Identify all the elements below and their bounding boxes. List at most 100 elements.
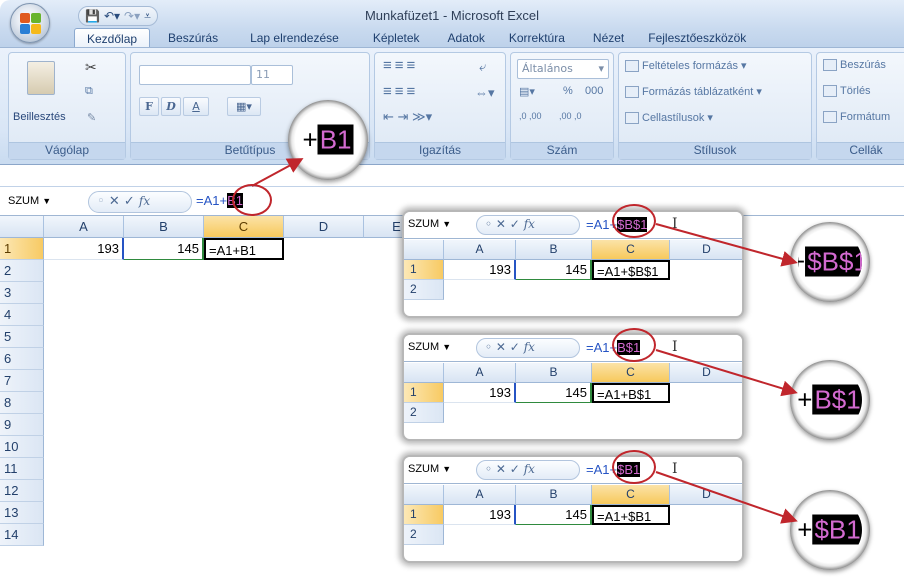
conditional-formatting-button[interactable]: Feltételes formázás ▾ bbox=[625, 59, 747, 73]
popup-cell-a1[interactable]: 193 bbox=[444, 505, 516, 525]
underline-button[interactable]: A bbox=[183, 97, 209, 116]
bold-button[interactable]: F bbox=[139, 97, 159, 116]
insert-cells-button[interactable]: Beszúrás bbox=[823, 59, 886, 72]
accounting-format-icon[interactable]: ▤▾ bbox=[519, 85, 535, 98]
popup-col-a[interactable]: A bbox=[444, 485, 516, 505]
row-header-9[interactable]: 9 bbox=[0, 414, 44, 436]
tab-nezet[interactable]: Nézet bbox=[581, 28, 636, 48]
font-name-box[interactable] bbox=[139, 65, 251, 85]
popup-col-d[interactable]: D bbox=[670, 240, 742, 260]
popup-select-all[interactable] bbox=[404, 240, 444, 260]
align-top-icons[interactable]: ≡≡≡ bbox=[383, 57, 418, 74]
popup-col-c[interactable]: C bbox=[592, 240, 670, 260]
borders-button[interactable]: ▦▾ bbox=[227, 97, 261, 116]
row-header-10[interactable]: 10 bbox=[0, 436, 44, 458]
popup-cell-a1[interactable]: 193 bbox=[444, 260, 516, 280]
delete-cells-button[interactable]: Törlés bbox=[823, 85, 871, 98]
format-cells-button[interactable]: Formátum bbox=[823, 111, 890, 124]
insert-function-icon[interactable]: fx bbox=[524, 340, 535, 354]
column-header-a[interactable]: A bbox=[44, 216, 124, 238]
popup-col-a[interactable]: A bbox=[444, 363, 516, 383]
popup-cell-b1[interactable]: 145 bbox=[516, 260, 592, 280]
row-header-13[interactable]: 13 bbox=[0, 502, 44, 524]
enter-icon[interactable]: ✓ bbox=[124, 194, 135, 209]
popup-cell-a1[interactable]: 193 bbox=[444, 383, 516, 403]
merge-center-icon[interactable]: ⇔▾ bbox=[475, 85, 495, 101]
wrap-text-icon[interactable]: ⤶ bbox=[479, 59, 486, 75]
copy-icon[interactable]: ⧉ bbox=[85, 85, 93, 98]
tab-kepletek[interactable]: Képletek bbox=[361, 28, 432, 48]
row-header-2[interactable]: 2 bbox=[0, 260, 44, 282]
popup-col-a[interactable]: A bbox=[444, 240, 516, 260]
popup-row-1[interactable]: 1 bbox=[404, 383, 444, 403]
cut-icon[interactable]: ✂ bbox=[85, 59, 97, 76]
indent-icons[interactable]: ⇤ ⇥ ≫▾ bbox=[383, 109, 432, 125]
popup-select-all[interactable] bbox=[404, 363, 444, 383]
popup-col-c[interactable]: C bbox=[592, 485, 670, 505]
row-header-14[interactable]: 14 bbox=[0, 524, 44, 546]
popup-col-b[interactable]: B bbox=[516, 363, 592, 383]
row-header-11[interactable]: 11 bbox=[0, 458, 44, 480]
name-box[interactable]: SZUM ▼ bbox=[6, 192, 88, 212]
row-header-3[interactable]: 3 bbox=[0, 282, 44, 304]
cell-styles-button[interactable]: Cellastílusok ▾ bbox=[625, 111, 713, 125]
popup-select-all[interactable] bbox=[404, 485, 444, 505]
popup-name-box[interactable]: SZUM ▼ bbox=[408, 341, 451, 353]
row-header-12[interactable]: 12 bbox=[0, 480, 44, 502]
popup-col-c[interactable]: C bbox=[592, 363, 670, 383]
popup-row-2[interactable]: 2 bbox=[404, 403, 444, 423]
insert-function-icon[interactable]: fx bbox=[139, 194, 150, 208]
row-header-8[interactable]: 8 bbox=[0, 392, 44, 414]
column-header-b[interactable]: B bbox=[124, 216, 204, 238]
popup-row-2[interactable]: 2 bbox=[404, 280, 444, 300]
format-painter-icon[interactable]: ✎ bbox=[87, 111, 96, 124]
column-header-c[interactable]: C bbox=[204, 216, 284, 238]
number-format-select[interactable]: Általános ▾ bbox=[517, 59, 609, 79]
cancel-icon[interactable]: ✕ bbox=[496, 340, 506, 354]
popup-row-2[interactable]: 2 bbox=[404, 525, 444, 545]
insert-function-icon[interactable]: fx bbox=[524, 217, 535, 231]
popup-cell-c1[interactable]: =A1+$B$1 bbox=[592, 260, 670, 280]
cell-b1[interactable]: 145 bbox=[124, 238, 204, 260]
popup-name-box[interactable]: SZUM ▼ bbox=[408, 218, 451, 230]
row-header-5[interactable]: 5 bbox=[0, 326, 44, 348]
row-header-4[interactable]: 4 bbox=[0, 304, 44, 326]
cancel-icon[interactable]: ✕ bbox=[109, 194, 120, 209]
popup-cell-c1[interactable]: =A1+B$1 bbox=[592, 383, 670, 403]
paste-icon[interactable] bbox=[27, 61, 55, 95]
italic-button[interactable]: D bbox=[161, 97, 181, 116]
popup-row-1[interactable]: 1 bbox=[404, 260, 444, 280]
percent-button[interactable]: % bbox=[563, 85, 573, 97]
cell-c1[interactable]: =A1+B1 bbox=[204, 238, 284, 260]
popup-col-d[interactable]: D bbox=[670, 363, 742, 383]
popup-col-b[interactable]: B bbox=[516, 240, 592, 260]
tab-adatok[interactable]: Adatok bbox=[436, 28, 497, 48]
select-all-corner[interactable] bbox=[0, 216, 44, 238]
tab-lap-elrendezese[interactable]: Lap elrendezése bbox=[238, 28, 351, 48]
cell-a1[interactable]: 193 bbox=[44, 238, 124, 260]
popup-col-b[interactable]: B bbox=[516, 485, 592, 505]
cancel-icon[interactable]: ✕ bbox=[496, 217, 506, 231]
enter-icon[interactable]: ✓ bbox=[510, 340, 520, 354]
tab-fejlesztoeszkozok[interactable]: Fejlesztőeszközök bbox=[636, 28, 758, 48]
popup-col-d[interactable]: D bbox=[670, 485, 742, 505]
increase-decimal-button[interactable]: ,0 ,00 bbox=[519, 111, 542, 121]
column-header-d[interactable]: D bbox=[284, 216, 364, 238]
enter-icon[interactable]: ✓ bbox=[510, 217, 520, 231]
row-header-1[interactable]: 1 bbox=[0, 238, 44, 260]
cancel-icon[interactable]: ✕ bbox=[496, 462, 506, 476]
paste-button[interactable]: Beillesztés bbox=[13, 111, 66, 123]
tab-kezdolap[interactable]: Kezdőlap bbox=[74, 28, 151, 48]
popup-cell-b1[interactable]: 145 bbox=[516, 505, 592, 525]
insert-function-icon[interactable]: fx bbox=[524, 462, 535, 476]
row-header-7[interactable]: 7 bbox=[0, 370, 44, 392]
popup-name-box[interactable]: SZUM ▼ bbox=[408, 463, 451, 475]
align-left-icons[interactable]: ≡≡≡ bbox=[383, 83, 418, 100]
enter-icon[interactable]: ✓ bbox=[510, 462, 520, 476]
popup-row-1[interactable]: 1 bbox=[404, 505, 444, 525]
format-as-table-button[interactable]: Formázás táblázatként ▾ bbox=[625, 85, 762, 99]
popup-cell-b1[interactable]: 145 bbox=[516, 383, 592, 403]
thousands-button[interactable]: 000 bbox=[585, 85, 603, 97]
font-size-box[interactable]: 11 bbox=[251, 65, 293, 85]
popup-cell-c1[interactable]: =A1+$B1 bbox=[592, 505, 670, 525]
